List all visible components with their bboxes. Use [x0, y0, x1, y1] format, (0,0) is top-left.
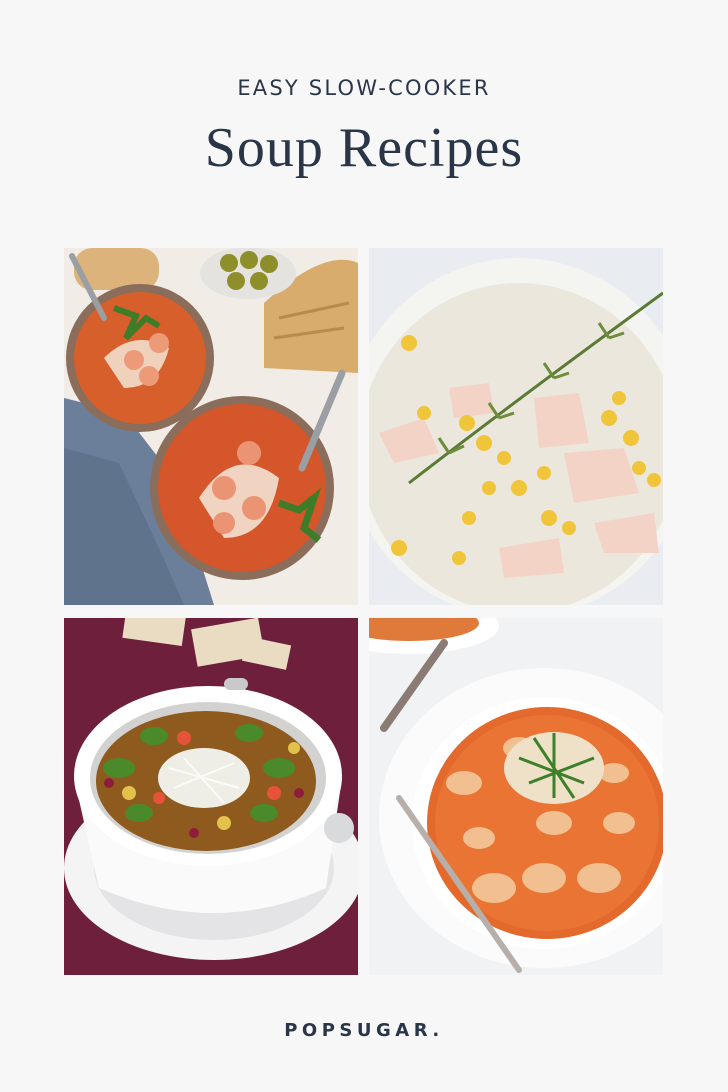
- minestrone-soup-photo[interactable]: [64, 618, 358, 975]
- corn-potato-chowder-image: [369, 248, 663, 605]
- tomato-shrimp-bisque-image: [64, 248, 358, 605]
- page-title: Soup Recipes: [204, 117, 524, 179]
- header-kicker: EASY SLOW-COOKER: [237, 76, 491, 100]
- popsugar-logo[interactable]: POPSUGAR.: [0, 1020, 728, 1041]
- minestrone-soup-image: [64, 618, 358, 975]
- tomato-tortellini-soup-image: [369, 618, 663, 975]
- tomato-tortellini-soup-photo[interactable]: [369, 618, 663, 975]
- tomato-shrimp-bisque-photo[interactable]: [64, 248, 358, 605]
- corn-potato-chowder-photo[interactable]: [369, 248, 663, 605]
